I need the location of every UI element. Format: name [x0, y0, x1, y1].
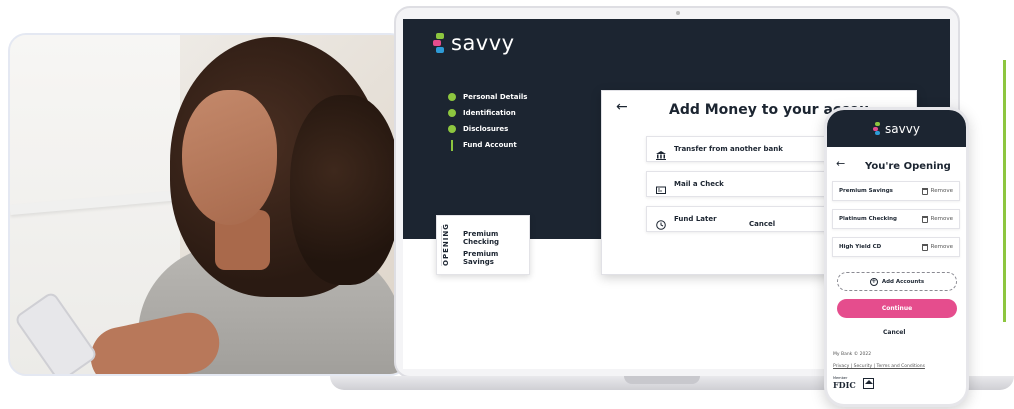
trash-icon — [921, 243, 928, 251]
step-label: Identification — [463, 109, 516, 117]
opening-item: Premium Savings — [463, 250, 499, 266]
step-label: Personal Details — [463, 93, 528, 101]
trash-icon — [921, 187, 928, 195]
step-label: Disclosures — [463, 125, 509, 133]
remove-button[interactable]: Remove — [921, 215, 953, 223]
current-step-indicator — [451, 139, 453, 151]
option-mail-check[interactable]: Mail a Check — [646, 171, 836, 197]
add-accounts-label: Add Accounts — [881, 278, 925, 285]
progress-steps: Personal Details Identification Disclosu… — [448, 89, 527, 153]
remove-label: Remove — [930, 244, 953, 250]
equal-housing-icon — [863, 378, 874, 389]
plus-circle-icon: + — [869, 277, 878, 286]
hero-stage: savvy Personal Details Identification Di… — [0, 0, 1014, 409]
logo-text: savvy — [451, 31, 515, 55]
fdic-text: FDIC — [833, 380, 856, 390]
accent-bar — [1003, 60, 1006, 322]
arrow-left-icon[interactable]: ← — [836, 157, 845, 170]
savvy-logo-icon — [873, 122, 881, 135]
option-fund-later[interactable]: Fund Later — [646, 206, 836, 232]
account-name: Premium Savings — [839, 188, 893, 194]
lifestyle-photo — [8, 33, 408, 376]
footer-links[interactable]: Privacy | Security | Terms and Condition… — [833, 364, 925, 369]
fdic-logo: Member FDIC — [833, 376, 856, 390]
step-fund-account: Fund Account — [448, 137, 527, 153]
laptop-notch — [624, 376, 700, 384]
bank-icon — [656, 145, 666, 160]
check-circle-icon — [448, 109, 456, 117]
option-transfer[interactable]: Transfer from another bank — [646, 136, 836, 162]
check-circle-icon — [448, 93, 456, 101]
arrow-left-icon[interactable]: ← — [616, 99, 628, 115]
copyright-text: My Bank © 2022 — [833, 352, 872, 357]
cancel-button[interactable]: Cancel — [883, 329, 905, 336]
mobile-title: You're Opening — [865, 161, 951, 172]
step-identification: Identification — [448, 105, 527, 121]
remove-button[interactable]: Remove — [921, 243, 953, 251]
account-row: High Yield CD Remove — [832, 237, 960, 257]
laptop-camera — [676, 11, 680, 15]
opening-heading: OPENING — [441, 223, 455, 266]
remove-button[interactable]: Remove — [921, 187, 953, 195]
opening-summary: OPENING Premium Checking Premium Savings — [436, 215, 530, 275]
remove-label: Remove — [930, 216, 953, 222]
account-row: Platinum Checking Remove — [832, 209, 960, 229]
account-name: Platinum Checking — [839, 216, 897, 222]
check-icon — [656, 180, 666, 194]
step-personal-details: Personal Details — [448, 89, 527, 105]
mobile-header: savvy — [827, 110, 966, 147]
opening-item: Premium Checking — [463, 230, 500, 246]
photo-face — [182, 90, 277, 225]
trash-icon — [921, 215, 928, 223]
mobile-logo-text: savvy — [885, 121, 920, 136]
option-label: Fund Later — [674, 215, 717, 223]
step-label: Fund Account — [463, 141, 517, 149]
add-accounts-button[interactable]: + Add Accounts — [837, 272, 957, 291]
photo-hair-back — [290, 95, 400, 285]
mobile-device: savvy ← You're Opening Premium Savings R… — [824, 107, 969, 407]
step-disclosures: Disclosures — [448, 121, 527, 137]
option-label: Transfer from another bank — [674, 145, 783, 153]
account-name: High Yield CD — [839, 244, 882, 250]
savvy-logo-icon — [433, 33, 445, 53]
cancel-button[interactable]: Cancel — [749, 220, 775, 228]
check-circle-icon — [448, 125, 456, 133]
clock-icon — [656, 215, 666, 230]
continue-button[interactable]: Continue — [837, 299, 957, 318]
savvy-logo[interactable]: savvy — [433, 31, 515, 55]
remove-label: Remove — [930, 188, 953, 194]
account-row: Premium Savings Remove — [832, 181, 960, 201]
option-label: Mail a Check — [674, 180, 724, 188]
